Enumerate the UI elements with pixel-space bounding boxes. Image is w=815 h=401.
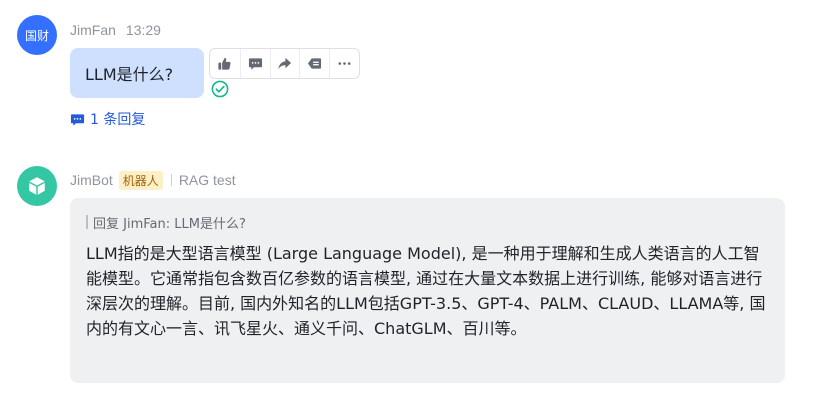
message-text: LLM是什么? — [85, 65, 174, 84]
author-name[interactable]: JimBot — [70, 172, 113, 188]
message-text: LLM指的是大型语言模型 (Large Language Model), 是一种… — [86, 244, 766, 338]
quote-bar — [86, 215, 88, 229]
bot-tag: RAG test — [178, 172, 236, 188]
author-name[interactable]: JimFan — [70, 22, 116, 38]
timestamp: 13:29 — [125, 22, 161, 38]
divider — [170, 174, 172, 186]
more-icon — [338, 62, 351, 65]
more-button[interactable] — [329, 49, 359, 78]
message-toolbar — [209, 48, 360, 79]
message-bubble[interactable]: 回复 JimFan: LLM是什么? LLM指的是大型语言模型 (Large L… — [70, 198, 785, 383]
cube-icon — [29, 177, 45, 195]
avatar[interactable]: 国财 — [17, 15, 57, 55]
forward-icon — [278, 57, 292, 70]
reply-quote[interactable]: 回复 JimFan: LLM是什么? — [86, 212, 769, 232]
bot-avatar[interactable] — [17, 166, 57, 206]
reply-thread-icon — [70, 113, 85, 126]
reply-icon — [308, 58, 322, 69]
like-button[interactable] — [210, 49, 240, 78]
message-header: JimFan 13:29 — [70, 21, 161, 39]
reply-button[interactable] — [299, 49, 329, 78]
chat-thread: 国财 JimFan 13:29 LLM是什么? 1 条回复 JimBot 机器人… — [0, 0, 815, 401]
comment-icon — [248, 58, 262, 70]
quote-text: 回复 JimFan: LLM是什么? — [93, 216, 246, 232]
message-header: JimBot 机器人 RAG test — [70, 170, 236, 190]
reply-count: 1 条回复 — [90, 112, 146, 128]
comment-button[interactable] — [239, 49, 270, 78]
read-check-icon — [211, 80, 229, 98]
bot-badge: 机器人 — [118, 170, 163, 190]
thumbs-up-icon — [218, 57, 231, 70]
forward-button[interactable] — [269, 49, 300, 78]
thread-replies-link[interactable]: 1 条回复 — [70, 109, 145, 129]
message-bubble[interactable]: LLM是什么? — [70, 48, 204, 98]
avatar-text: 国财 — [24, 28, 49, 43]
